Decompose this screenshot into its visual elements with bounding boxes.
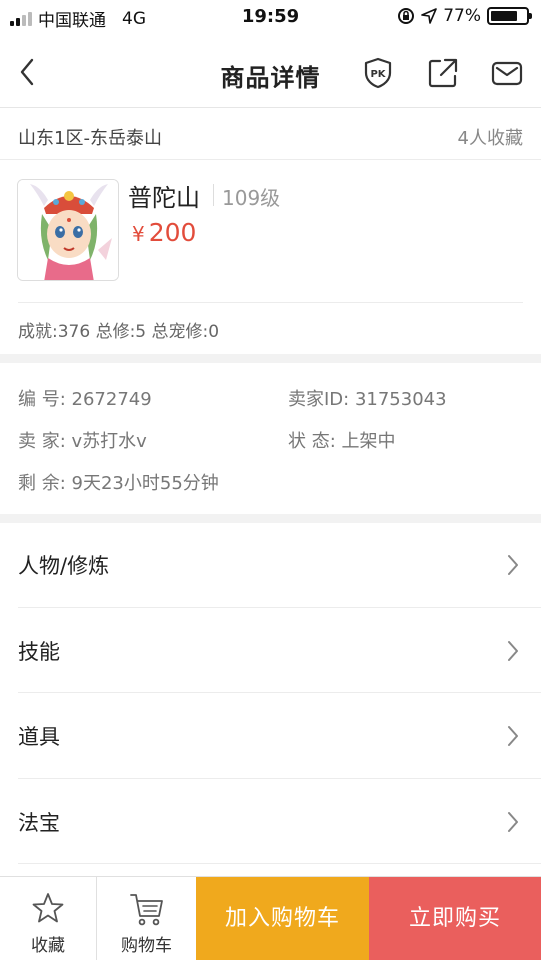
seller-name: 卖 家: v苏打水v — [18, 431, 147, 452]
product-summary: 普陀山 109级 ¥200 — [0, 160, 541, 302]
svg-text:PK: PK — [370, 69, 386, 80]
menu-item-label: 技能 — [18, 639, 60, 664]
chevron-right-icon — [508, 811, 518, 832]
status-bar: 中国联通 4G 19:59 77% — [0, 0, 541, 36]
pk-shield-icon[interactable]: PK — [361, 56, 395, 90]
chevron-right-icon — [508, 726, 518, 746]
menu-item-label: 人物/修炼 — [18, 554, 110, 578]
rotation-lock-icon — [398, 8, 415, 24]
stats-row: 成就:376 总修:5 总宠修:0 — [18, 302, 523, 354]
divider — [213, 184, 214, 206]
menu-item-skills[interactable]: 技能 — [18, 608, 541, 693]
seller-id: 卖家ID: 31753043 — [288, 389, 447, 410]
battery-icon — [487, 7, 532, 25]
favorite-label: 收藏 — [31, 936, 65, 956]
star-icon — [32, 893, 64, 923]
price-value: 200 — [148, 218, 197, 247]
currency-symbol: ¥ — [132, 222, 145, 246]
character-avatar[interactable] — [17, 179, 119, 281]
add-to-cart-button[interactable]: 加入购物车 — [196, 877, 369, 960]
detail-menu: 人物/修炼 技能 道具 法宝 — [0, 522, 541, 864]
info-block: 编 号: 2672749 卖家ID: 31753043 卖 家: v苏打水v 状… — [0, 363, 541, 514]
cart-button[interactable]: 购物车 — [98, 877, 195, 960]
section-divider — [0, 354, 541, 363]
share-icon[interactable] — [426, 56, 460, 90]
bottom-action-bar: 收藏 购物车 加入购物车 立即购买 — [0, 876, 541, 960]
location-arrow-icon — [421, 8, 438, 24]
product-level: 109级 — [222, 186, 281, 210]
menu-item-character[interactable]: 人物/修炼 — [18, 522, 541, 608]
menu-item-items[interactable]: 道具 — [18, 693, 541, 779]
menu-item-label: 道具 — [18, 725, 60, 749]
nav-bar: 商品详情 PK — [0, 36, 541, 108]
product-price: ¥200 — [132, 218, 196, 247]
favorite-count: 4人收藏 — [457, 128, 523, 149]
character-portrait-image — [18, 180, 118, 280]
menu-item-label: 法宝 — [18, 810, 60, 835]
mail-icon[interactable] — [490, 56, 524, 90]
chevron-right-icon — [508, 555, 518, 575]
cart-label: 购物车 — [121, 936, 172, 956]
menu-item-treasures[interactable]: 法宝 — [18, 779, 541, 864]
remaining-time: 剩 余: 9天23小时55分钟 — [18, 473, 219, 494]
item-id: 编 号: 2672749 — [18, 389, 152, 410]
product-name: 普陀山 — [128, 184, 200, 212]
server-name: 山东1区-东岳泰山 — [18, 128, 162, 149]
shopping-cart-icon — [129, 894, 163, 926]
buy-now-button[interactable]: 立即购买 — [369, 877, 541, 960]
status-right: 77% — [397, 6, 532, 26]
favorite-button[interactable]: 收藏 — [0, 877, 97, 960]
listing-status: 状 态: 上架中 — [288, 431, 396, 452]
battery-percent: 77% — [443, 6, 481, 26]
chevron-right-icon — [508, 640, 518, 661]
server-row: 山东1区-东岳泰山 4人收藏 — [0, 108, 541, 160]
